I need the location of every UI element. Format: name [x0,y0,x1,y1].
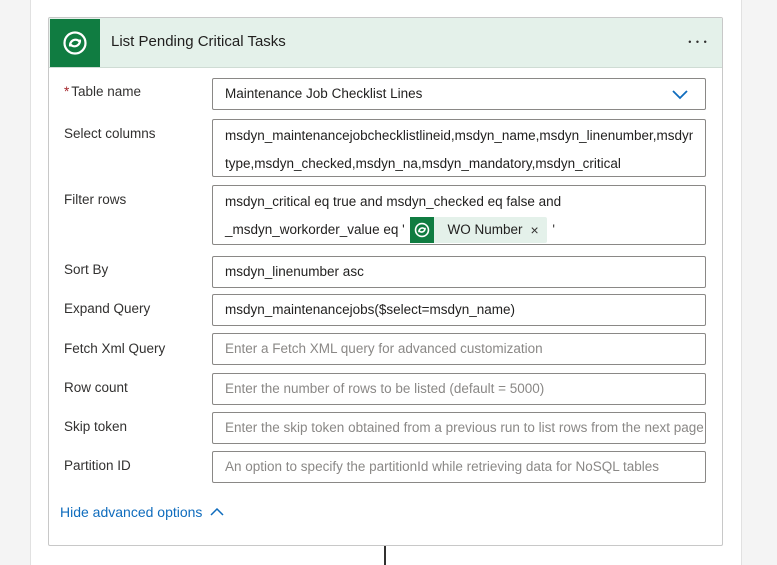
flow-connector-line [384,546,386,565]
hide-advanced-options-button[interactable]: Hide advanced options [60,504,224,520]
filter-rows-prefix: _msdyn_workorder_value eq ' [225,222,405,237]
sort-by-label: Sort By [64,262,109,277]
expand-query-label: Expand Query [64,301,151,316]
chevron-up-icon [210,507,224,516]
filter-rows-label: Filter rows [64,192,127,207]
action-card: List Pending Critical Tasks • • • * Table… [48,17,723,546]
partition-id-label: Partition ID [64,458,131,473]
row-count-placeholder: Enter the number of rows to be listed (d… [225,381,545,396]
sort-by-value: msdyn_linenumber asc [225,264,364,279]
hide-advanced-options-label: Hide advanced options [60,504,203,520]
chevron-down-icon [672,90,688,100]
select-columns-label: Select columns [64,126,156,141]
partition-id-input[interactable]: An option to specify the partitionId whi… [212,451,706,483]
select-columns-input[interactable]: msdyn_maintenancejobchecklistlineid,msdy… [212,119,706,177]
more-options-button[interactable]: • • • [681,29,715,55]
required-marker: * [64,84,70,99]
canvas-left [0,0,30,565]
table-name-dropdown[interactable]: Maintenance Job Checklist Lines [212,78,706,110]
fetch-xml-placeholder: Enter a Fetch XML query for advanced cus… [225,341,543,356]
filter-rows-line-1: msdyn_critical eq true and msdyn_checked… [225,194,562,209]
token-label: WO Number [447,222,523,238]
fetch-xml-label: Fetch Xml Query [64,341,166,356]
filter-rows-suffix: ' [552,222,555,237]
skip-token-label: Skip token [64,419,128,434]
dataverse-icon [50,19,100,67]
more-icon: • • • [688,37,708,47]
sort-by-input[interactable]: msdyn_linenumber asc [212,256,706,288]
skip-token-placeholder: Enter the skip token obtained from a pre… [225,420,704,435]
expand-query-input[interactable]: msdyn_maintenancejobs($select=msdyn_name… [212,294,706,326]
fetch-xml-input[interactable]: Enter a Fetch XML query for advanced cus… [212,333,706,365]
filter-rows-input[interactable]: msdyn_critical eq true and msdyn_checked… [212,185,706,245]
table-name-value: Maintenance Job Checklist Lines [225,86,423,101]
action-card-header[interactable]: List Pending Critical Tasks • • • [49,18,722,68]
table-name-label: * Table name [64,84,141,99]
row-count-input[interactable]: Enter the number of rows to be listed (d… [212,373,706,405]
table-name-label-text: Table name [71,84,142,99]
action-title[interactable]: List Pending Critical Tasks [111,33,286,50]
select-columns-line-1: msdyn_maintenancejobchecklistlineid,msdy… [225,128,693,143]
expand-query-value: msdyn_maintenancejobs($select=msdyn_name… [225,302,516,317]
filter-rows-line-2: _msdyn_workorder_value eq ' WO Number × … [225,216,693,244]
select-columns-line-2: type,msdyn_checked,msdyn_na,msdyn_mandat… [225,156,621,171]
token-remove-icon[interactable]: × [530,216,538,244]
skip-token-input[interactable]: Enter the skip token obtained from a pre… [212,412,706,444]
dataverse-token-icon [410,217,435,244]
partition-id-placeholder: An option to specify the partitionId whi… [225,459,659,474]
dynamic-content-token[interactable]: WO Number × [410,216,547,244]
row-count-label: Row count [64,380,128,395]
